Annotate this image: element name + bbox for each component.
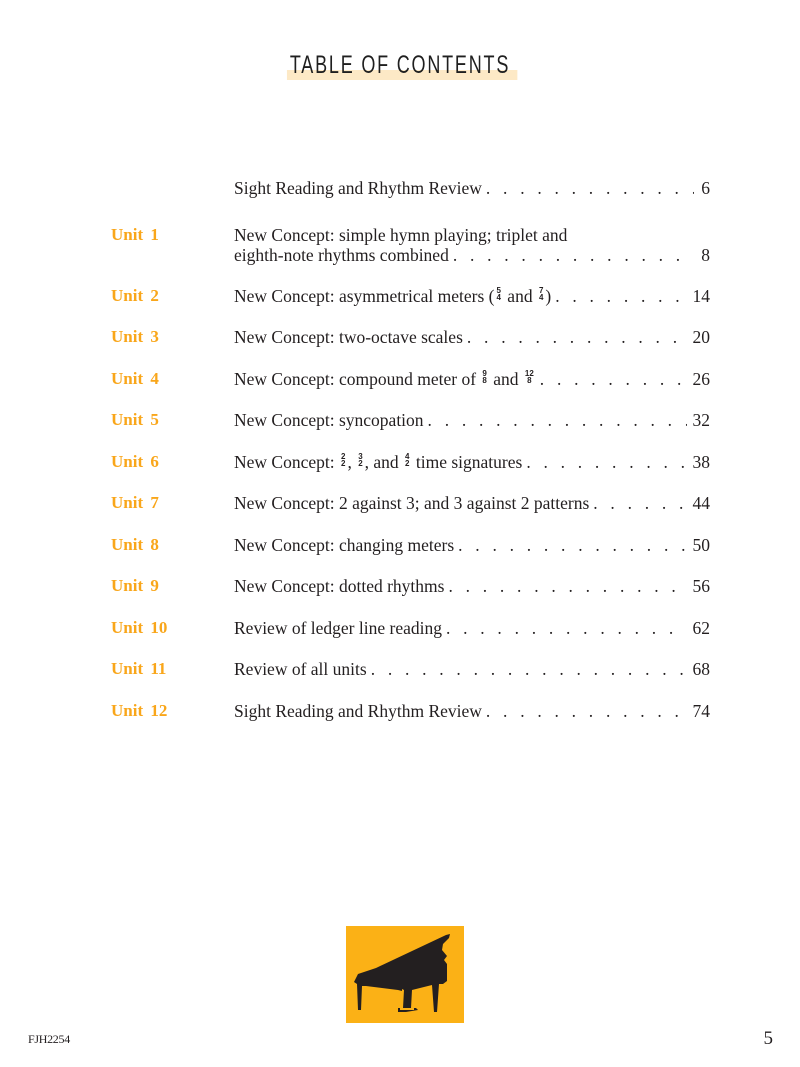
toc-entry-body: New Concept: changing meters . . . . . .…: [234, 535, 710, 555]
toc-entry-page: 74: [692, 701, 711, 721]
title-part: New Concept: compound meter of: [234, 369, 481, 389]
toc-entry-body: Review of ledger line reading . . . . . …: [234, 618, 710, 638]
title-part: time signatures: [411, 452, 523, 472]
toc-entry-page: 44: [692, 493, 711, 513]
toc-entry-body: Sight Reading and Rhythm Review . . . . …: [234, 178, 710, 198]
dot-leader: . . . . . . . . . . . . . . . . . . . . …: [555, 286, 686, 306]
toc-entry-body: New Concept: two-octave scales . . . . .…: [234, 327, 710, 347]
toc-entry-body: Review of all units . . . . . . . . . . …: [234, 659, 710, 679]
grand-piano-icon: [354, 934, 450, 1012]
dot-leader: . . . . . . . . . . . . . . . . . . . . …: [466, 327, 687, 347]
unit-label: Unit 11: [111, 659, 167, 678]
time-signature: 74: [538, 286, 544, 302]
toc-entry-title: New Concept: dotted rhythms: [234, 576, 445, 596]
toc-entry-page: 14: [692, 286, 711, 306]
title-part: New Concept: asymmetrical meters (: [234, 286, 495, 306]
unit-label: Unit 3: [111, 327, 159, 346]
title-part: ): [545, 286, 552, 306]
time-signature-denominator: 2: [358, 458, 363, 468]
time-signature: 12 8: [525, 369, 534, 385]
unit-label: Unit 6: [111, 452, 159, 471]
time-signature-denominator: 4: [496, 292, 501, 302]
dot-leader: . . . . . . . . . . . . . . . . . . . . …: [593, 493, 686, 513]
time-signature: 32: [358, 452, 363, 468]
time-signature-denominator: 8: [527, 375, 532, 385]
toc-entry-title: Review of all units: [234, 659, 367, 679]
title-part: , and: [364, 452, 404, 472]
dot-leader: . . . . . . . . . . . . . . . . . . . . …: [370, 659, 687, 679]
dot-leader: . . . . . . . . . . . . . . . . . . . . …: [485, 701, 687, 721]
toc-entry-title: eighth-note rhythms combined: [234, 245, 449, 265]
toc-entry-body: New Concept: simple hymn playing; triple…: [234, 225, 710, 265]
dot-leader: . . . . . . . . . . . . . . . . . . . . …: [445, 618, 687, 638]
unit-label: Unit 5: [111, 410, 159, 429]
title-wrap: TABLE OF CONTENTS: [0, 50, 800, 80]
dot-leader: . . . . . . . . . . . . . . . . . . . . …: [526, 452, 686, 472]
title-part: and: [488, 369, 523, 389]
toc-entry-page: 50: [692, 535, 711, 555]
dot-leader: . . . . . . . . . . . . . . . . . . . . …: [539, 369, 687, 389]
toc-entry-page: 68: [692, 659, 711, 679]
time-signature-denominator: 2: [340, 458, 346, 468]
toc-entry-title: New Concept: syncopation: [234, 410, 424, 430]
toc-entry-body: New Concept: dotted rhythms . . . . . . …: [234, 576, 710, 596]
toc-entry-title: New Concept: two-octave scales: [234, 327, 463, 347]
toc-entry-title-line1: New Concept: simple hymn playing; triple…: [234, 225, 568, 245]
toc-entry-body: New Concept: 22, 32, and 42 time signatu…: [234, 452, 710, 472]
unit-label: Unit 10: [111, 618, 168, 637]
toc-entry-page: 56: [692, 576, 711, 596]
dot-leader: . . . . . . . . . . . . . . . . . . . . …: [452, 245, 694, 265]
toc-entry-title: Sight Reading and Rhythm Review: [234, 178, 482, 198]
toc-entry-body: New Concept: 2 against 3; and 3 against …: [234, 493, 710, 513]
toc-entry-body: New Concept: syncopation . . . . . . . .…: [234, 410, 710, 430]
toc-entry-page: 38: [692, 452, 711, 472]
time-signature: 54: [496, 286, 501, 302]
dot-leader: . . . . . . . . . . . . . . . . . . . . …: [458, 535, 686, 555]
title-part: ,: [347, 452, 357, 472]
footer-page-number: 5: [763, 1028, 774, 1049]
page-title: TABLE OF CONTENTS: [286, 50, 518, 80]
toc-entry-page: 32: [692, 410, 711, 430]
title-part: and: [502, 286, 537, 306]
unit-label: Unit 4: [111, 369, 159, 388]
time-signature: 98: [482, 369, 487, 385]
toc-entry-title: New Concept: 22, 32, and 42 time signatu…: [234, 452, 522, 472]
dot-leader: . . . . . . . . . . . . . . . . . . . . …: [448, 576, 686, 596]
toc-entry-page: 62: [692, 618, 711, 638]
time-signature: 22: [340, 452, 346, 468]
toc-entry-body: New Concept: asymmetrical meters (5 4 and…: [234, 286, 710, 306]
time-signature: 42: [405, 452, 410, 468]
dot-leader: . . . . . . . . . . . . . . . . . . . . …: [427, 410, 687, 430]
toc-entry-title: New Concept: changing meters: [234, 535, 455, 555]
unit-label: Unit 1: [111, 225, 159, 244]
unit-label: Unit 2: [111, 286, 159, 305]
unit-label: Unit 8: [111, 535, 159, 554]
toc-entry-page: 6: [701, 178, 710, 198]
toc-entry-title: New Concept: compound meter of 98 and 12…: [234, 369, 536, 389]
unit-label: Unit 9: [111, 576, 159, 595]
time-signature-denominator: 2: [405, 458, 410, 468]
toc-entry-title: Review of ledger line reading: [234, 618, 442, 638]
toc-entry-page: 26: [692, 369, 711, 389]
toc-entry-body: Sight Reading and Rhythm Review . . . . …: [234, 701, 710, 721]
dot-leader: . . . . . . . . . . . . . . . . . . . . …: [485, 178, 694, 198]
toc-entry-page: 20: [692, 327, 711, 347]
toc-entry-title: New Concept: 2 against 3; and 3 against …: [234, 493, 590, 513]
time-signature-denominator: 4: [538, 292, 544, 302]
time-signature-denominator: 8: [482, 375, 487, 385]
toc-entry-title: New Concept: asymmetrical meters (5 4 and…: [234, 286, 551, 306]
toc-entry-page: 8: [701, 245, 710, 265]
title-part: New Concept:: [234, 452, 339, 472]
footer-catalog-code: FJH2254: [28, 1032, 70, 1046]
toc-entry-body: New Concept: compound meter of 98 and 12…: [234, 369, 710, 389]
toc-entry-title: Sight Reading and Rhythm Review: [234, 701, 482, 721]
piano-illustration: [346, 926, 464, 1023]
unit-label: Unit 12: [111, 701, 168, 720]
unit-label: Unit 7: [111, 493, 159, 512]
